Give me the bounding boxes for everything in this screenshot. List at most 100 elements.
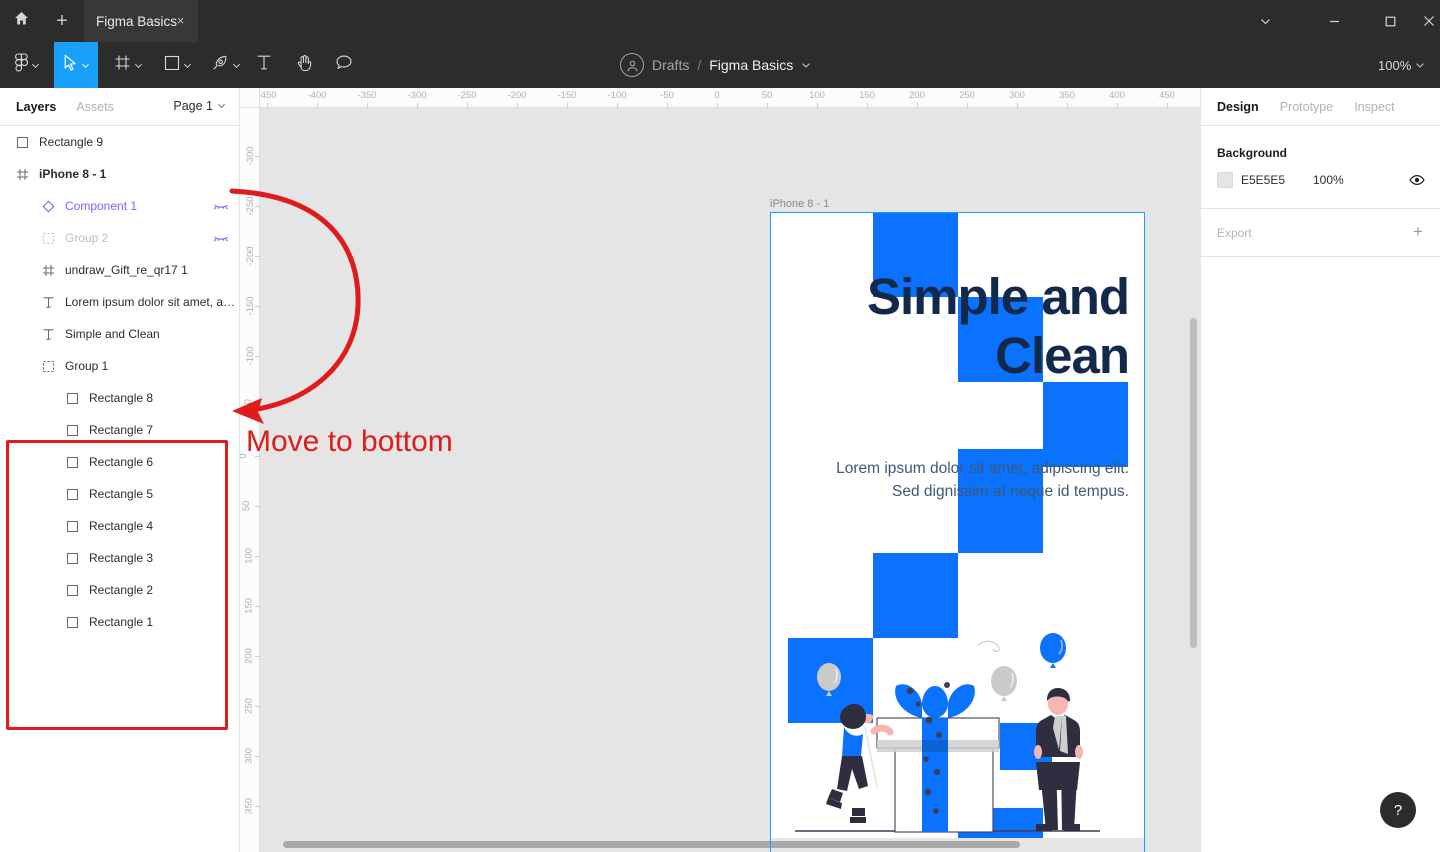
chevron-down-icon[interactable] (1242, 0, 1288, 42)
tab-assets[interactable]: Assets (76, 100, 114, 114)
title-bar: + Figma Basics × (0, 0, 1440, 42)
new-tab-button[interactable]: + (44, 0, 80, 42)
gift-illustration[interactable] (770, 612, 1145, 852)
artboard-heading[interactable]: Simple and Clean (829, 267, 1130, 385)
ruler-tick: 200 (892, 88, 942, 108)
eye-closed-icon[interactable] (214, 199, 228, 213)
tab-prototype[interactable]: Prototype (1280, 100, 1334, 114)
comment-tool-button[interactable] (330, 42, 358, 88)
close-icon[interactable] (1417, 0, 1440, 42)
layer-name: Rectangle 9 (39, 135, 104, 149)
horizontal-scrollbar-thumb[interactable] (283, 841, 1020, 848)
canvas-area[interactable]: -450 -400 -350 -300 -250 -200 -150 -100 -50 0 50 10… (240, 88, 1200, 852)
layer-row[interactable]: Rectangle 4 (0, 510, 240, 542)
breadcrumb-folder[interactable]: Drafts (652, 57, 689, 73)
layer-row[interactable]: Rectangle 7 (0, 414, 240, 446)
ruler-tick-label: 200 (909, 90, 925, 101)
ruler-tick: -350 (342, 88, 392, 108)
group-icon (40, 358, 56, 374)
background-section: Background E5E5E5 100% (1201, 126, 1440, 209)
background-hex-value[interactable]: E5E5E5 (1241, 173, 1285, 187)
zoom-control[interactable]: 100% (1378, 42, 1425, 88)
layer-row[interactable]: Component 1 (0, 190, 240, 222)
ruler-tick-mark (255, 806, 260, 807)
hand-tool-button[interactable] (290, 42, 318, 88)
tab-design[interactable]: Design (1217, 100, 1259, 114)
rectangle-icon (64, 518, 80, 534)
layer-name: Lorem ipsum dolor sit amet, a… (65, 295, 236, 309)
layer-name: Rectangle 6 (89, 455, 154, 469)
figma-menu-button[interactable] (6, 42, 48, 88)
layer-row[interactable]: Rectangle 3 (0, 542, 240, 574)
ruler-tick-mark (255, 406, 260, 407)
layer-row[interactable]: Rectangle 2 (0, 574, 240, 606)
ruler-tick-mark (567, 103, 568, 108)
layer-name: Rectangle 7 (89, 423, 154, 437)
background-title: Background (1217, 146, 1288, 160)
user-circle-icon[interactable] (620, 53, 644, 77)
layer-name: Rectangle 4 (89, 519, 154, 533)
ruler-tick-label: 250 (959, 90, 975, 101)
shape-tool-button[interactable] (156, 42, 200, 88)
layer-row[interactable]: Group 1 (0, 350, 240, 382)
tab-inspect[interactable]: Inspect (1354, 100, 1394, 114)
home-button[interactable] (0, 0, 42, 42)
tab-layers[interactable]: Layers (16, 100, 56, 114)
ruler-tick: 100 (240, 531, 260, 581)
artboard-label[interactable]: iPhone 8 - 1 (770, 198, 1145, 210)
ruler-tick-mark (317, 103, 318, 108)
background-color-swatch[interactable] (1217, 172, 1233, 188)
text-tool-button[interactable] (250, 42, 278, 88)
layer-row[interactable]: undraw_Gift_re_qr17 1 (0, 254, 240, 286)
maximize-icon[interactable] (1367, 0, 1413, 42)
breadcrumb-file[interactable]: Figma Basics (709, 57, 793, 73)
layer-row[interactable]: Rectangle 1 (0, 606, 240, 638)
layer-row[interactable]: Rectangle 6 (0, 446, 240, 478)
ruler-tick: -100 (592, 88, 642, 108)
horizontal-scrollbar-track[interactable] (260, 838, 1200, 852)
artboard-iphone-8-1[interactable]: Simple and Clean Lorem ipsum dolor sit a… (770, 212, 1145, 852)
artboard-rect-6[interactable] (1043, 382, 1128, 467)
layer-row[interactable]: Rectangle 8 (0, 382, 240, 414)
layer-row[interactable]: Lorem ipsum dolor sit amet, a… (0, 286, 240, 318)
add-export-button[interactable]: + (1409, 222, 1427, 241)
frame-tool-button[interactable] (106, 42, 150, 88)
layer-row[interactable]: Simple and Clean (0, 318, 240, 350)
vertical-scrollbar-thumb[interactable] (1190, 318, 1197, 648)
layer-row[interactable]: Rectangle 9 (0, 126, 240, 158)
ruler-tick-label: 0 (714, 90, 720, 101)
eye-closed-icon[interactable] (214, 231, 228, 245)
chevron-down-icon[interactable] (801, 60, 811, 70)
layer-row[interactable]: Rectangle 5 (0, 478, 240, 510)
chevron-down-icon (232, 61, 241, 70)
ruler-tick-label: 400 (1109, 90, 1125, 101)
ruler-tick-mark (1117, 103, 1118, 108)
rectangle-icon (64, 614, 80, 630)
minimize-icon[interactable] (1311, 0, 1357, 42)
artboard-body-text[interactable]: Lorem ipsum dolor sit amet, adipiscing e… (829, 457, 1129, 503)
layer-name: Rectangle 3 (89, 551, 154, 565)
ruler-tick-mark (255, 156, 260, 157)
background-opacity-value[interactable]: 100% (1313, 173, 1344, 187)
ruler-tick-mark (867, 103, 868, 108)
ruler-tick-label: -400 (307, 90, 327, 101)
chevron-down-icon (183, 61, 192, 70)
ruler-tick: 200 (240, 631, 260, 681)
ruler-tick-label: 100 (243, 548, 255, 564)
close-icon[interactable]: × (173, 13, 188, 28)
eye-icon[interactable] (1409, 172, 1425, 188)
ruler-tick-mark (367, 103, 368, 108)
file-tab[interactable]: Figma Basics × (84, 0, 198, 42)
layer-row[interactable]: Group 2 (0, 222, 240, 254)
move-tool-button[interactable] (54, 42, 98, 88)
ruler-tick: -50 (642, 88, 692, 108)
layer-row[interactable]: iPhone 8 - 1 (0, 158, 240, 190)
cursor-arrow-icon (63, 54, 78, 77)
ruler-tick-mark (667, 103, 668, 108)
ruler-tick-label: -350 (357, 90, 377, 101)
ruler-tick: 50 (742, 88, 792, 108)
export-title: Export (1217, 226, 1252, 240)
help-button[interactable]: ? (1380, 792, 1416, 828)
page-selector[interactable]: Page 1 (173, 99, 226, 113)
pen-tool-button[interactable] (204, 42, 248, 88)
